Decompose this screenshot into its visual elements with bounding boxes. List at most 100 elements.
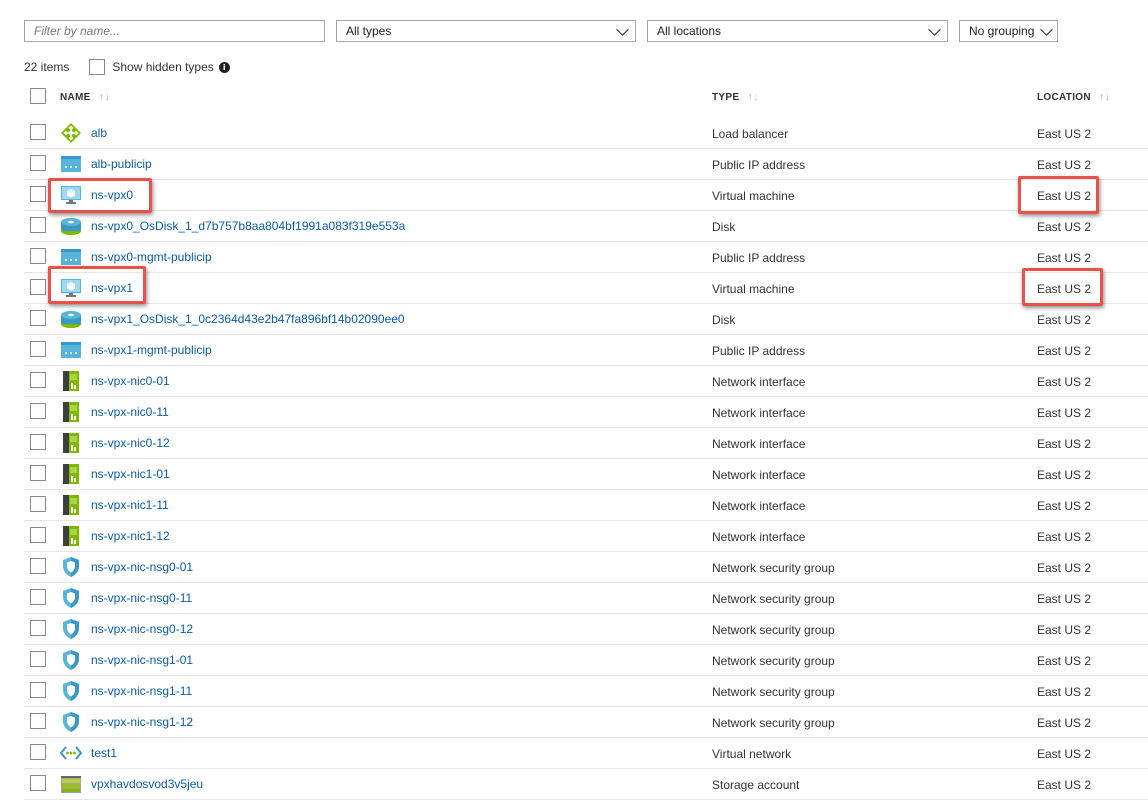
row-checkbox[interactable]	[30, 403, 46, 419]
public-ip-icon	[60, 339, 82, 361]
row-checkbox[interactable]	[30, 248, 46, 264]
disk-icon	[60, 308, 82, 330]
resource-name-link[interactable]: ns-vpx-nic-nsg1-12	[91, 715, 193, 729]
row-checkbox[interactable]	[30, 186, 46, 202]
column-header-name-label: NAME	[60, 92, 91, 103]
resource-name-link[interactable]: ns-vpx1	[91, 281, 133, 295]
resource-name-link[interactable]: ns-vpx-nic0-12	[91, 436, 170, 450]
row-checkbox[interactable]	[30, 434, 46, 450]
resource-name-link[interactable]: ns-vpx-nic-nsg1-11	[91, 684, 192, 698]
types-dropdown[interactable]: All types	[336, 20, 636, 42]
table-row[interactable]: ns-vpx-nic0-01 Network interface East US 2	[24, 366, 1148, 397]
resource-type: Public IP address	[712, 158, 806, 172]
row-checkbox[interactable]	[30, 124, 46, 140]
table-row[interactable]: ns-vpx-nic-nsg0-11 Network security group…	[24, 583, 1148, 614]
table-row[interactable]: ns-vpx0-mgmt-publicip Public IP address Ea…	[24, 242, 1148, 273]
resource-name-link[interactable]: alb	[91, 126, 107, 140]
show-hidden-types-label: Show hidden types	[112, 60, 214, 74]
resource-name-link[interactable]: ns-vpx-nic1-11	[91, 498, 169, 512]
resource-location: East US 2	[1037, 530, 1092, 544]
table-row[interactable]: test1 Virtual network East US 2	[24, 738, 1148, 769]
resource-name-link[interactable]: ns-vpx-nic-nsg0-12	[91, 622, 193, 636]
storage-account-icon	[60, 773, 82, 795]
resource-location: East US 2	[1037, 561, 1092, 575]
column-header-location[interactable]: LOCATION ↑↓	[1037, 91, 1110, 103]
column-header-name[interactable]: NAME ↑↓	[60, 91, 110, 103]
row-checkbox[interactable]	[30, 682, 46, 698]
table-row[interactable]: ns-vpx-nic-nsg1-01 Network security group…	[24, 645, 1148, 676]
row-checkbox[interactable]	[30, 589, 46, 605]
table-row[interactable]: ns-vpx-nic-nsg1-11 Network security group…	[24, 676, 1148, 707]
row-checkbox[interactable]	[30, 372, 46, 388]
table-row[interactable]: ns-vpx0_OsDisk_1_d7b757b8aa804bf1991a083…	[24, 211, 1148, 242]
row-checkbox[interactable]	[30, 713, 46, 729]
table-row[interactable]: ns-vpx-nic-nsg1-12 Network security group…	[24, 707, 1148, 738]
row-checkbox[interactable]	[30, 341, 46, 357]
row-checkbox[interactable]	[30, 620, 46, 636]
resource-location: East US 2	[1037, 282, 1092, 296]
resource-name-link[interactable]: ns-vpx1-mgmt-publicip	[91, 343, 212, 357]
column-header-type-label: TYPE	[712, 92, 740, 103]
table-row[interactable]: ns-vpx1_OsDisk_1_0c2364d43e2b47fa896bf14…	[24, 304, 1148, 335]
row-checkbox[interactable]	[30, 558, 46, 574]
table-row[interactable]: alb-publicip Public IP address East US 2	[24, 149, 1148, 180]
row-checkbox[interactable]	[30, 744, 46, 760]
row-checkbox[interactable]	[30, 496, 46, 512]
table-row[interactable]: ns-vpx0 Virtual machine East US 2	[24, 180, 1148, 211]
resource-name-link[interactable]: ns-vpx-nic0-11	[91, 405, 169, 419]
resource-location: East US 2	[1037, 127, 1092, 141]
row-checkbox[interactable]	[30, 310, 46, 326]
filter-by-name-input[interactable]	[34, 22, 324, 40]
resource-type: Network interface	[712, 468, 806, 482]
resource-name-link[interactable]: ns-vpx-nic-nsg0-01	[91, 560, 193, 574]
row-checkbox[interactable]	[30, 155, 46, 171]
table-row[interactable]: ns-vpx-nic0-11 Network interface East US 2	[24, 397, 1148, 428]
table-row[interactable]: alb Load balancer East US 2	[24, 118, 1148, 149]
resource-name-link[interactable]: ns-vpx-nic1-12	[91, 529, 170, 543]
row-checkbox[interactable]	[30, 279, 46, 295]
resource-name-link[interactable]: test1	[91, 746, 117, 760]
column-header-type[interactable]: TYPE ↑↓	[712, 91, 759, 103]
network-security-group-icon	[60, 649, 82, 671]
row-checkbox[interactable]	[30, 217, 46, 233]
info-icon[interactable]: i	[218, 61, 230, 73]
resource-name-link[interactable]: ns-vpx1_OsDisk_1_0c2364d43e2b47fa896bf14…	[91, 312, 405, 326]
resource-name-link[interactable]: ns-vpx-nic0-01	[91, 374, 170, 388]
table-row[interactable]: ns-vpx-nic0-12 Network interface East US 2	[24, 428, 1148, 459]
table-row[interactable]: ns-vpx-nic1-11 Network interface East US 2	[24, 490, 1148, 521]
table-row[interactable]: ns-vpx-nic-nsg0-12 Network security group…	[24, 614, 1148, 645]
show-hidden-types-checkbox[interactable]	[89, 59, 106, 75]
row-checkbox[interactable]	[30, 775, 46, 791]
resource-name-link[interactable]: ns-vpx0-mgmt-publicip	[91, 250, 212, 264]
resource-name-link[interactable]: vpxhavdosvod3v5jeu	[91, 777, 203, 791]
table-row[interactable]: ns-vpx1-mgmt-publicip Public IP address Ea…	[24, 335, 1148, 366]
grouping-dropdown[interactable]: No grouping	[959, 20, 1058, 42]
sort-icon[interactable]: ↑↓	[99, 91, 111, 103]
resource-type: Network security group	[712, 716, 835, 730]
resource-location: East US 2	[1037, 189, 1092, 203]
resource-name-link[interactable]: alb-publicip	[91, 157, 152, 171]
select-all-checkbox[interactable]	[30, 88, 46, 104]
table-row[interactable]: ns-vpx-nic1-12 Network interface East US 2	[24, 521, 1148, 552]
table-row[interactable]: vpxhavdosvod3v5jeu Storage account East US…	[24, 769, 1148, 800]
table-row[interactable]: ns-vpx-nic1-01 Network interface East US 2	[24, 459, 1148, 490]
locations-dropdown-label: All locations	[657, 24, 722, 38]
resource-type: Network interface	[712, 375, 806, 389]
table-row[interactable]: ns-vpx1 Virtual machine East US 2	[24, 273, 1148, 304]
resource-type: Virtual machine	[712, 282, 795, 296]
row-checkbox[interactable]	[30, 465, 46, 481]
filter-by-name-input-box[interactable]	[24, 20, 325, 42]
load-balancer-icon	[60, 122, 82, 144]
resource-name-link[interactable]: ns-vpx0_OsDisk_1_d7b757b8aa804bf1991a083…	[91, 219, 405, 233]
resource-name-link[interactable]: ns-vpx-nic-nsg0-11	[91, 591, 192, 605]
resource-name-link[interactable]: ns-vpx-nic-nsg1-01	[91, 653, 193, 667]
virtual-machine-icon	[60, 184, 82, 206]
row-checkbox[interactable]	[30, 527, 46, 543]
row-checkbox[interactable]	[30, 651, 46, 667]
resource-name-link[interactable]: ns-vpx-nic1-01	[91, 467, 170, 481]
table-row[interactable]: ns-vpx-nic-nsg0-01 Network security group…	[24, 552, 1148, 583]
resource-name-link[interactable]: ns-vpx0	[91, 188, 133, 202]
sort-icon[interactable]: ↑↓	[1099, 91, 1111, 103]
sort-icon[interactable]: ↑↓	[747, 91, 759, 103]
locations-dropdown[interactable]: All locations	[647, 20, 948, 42]
